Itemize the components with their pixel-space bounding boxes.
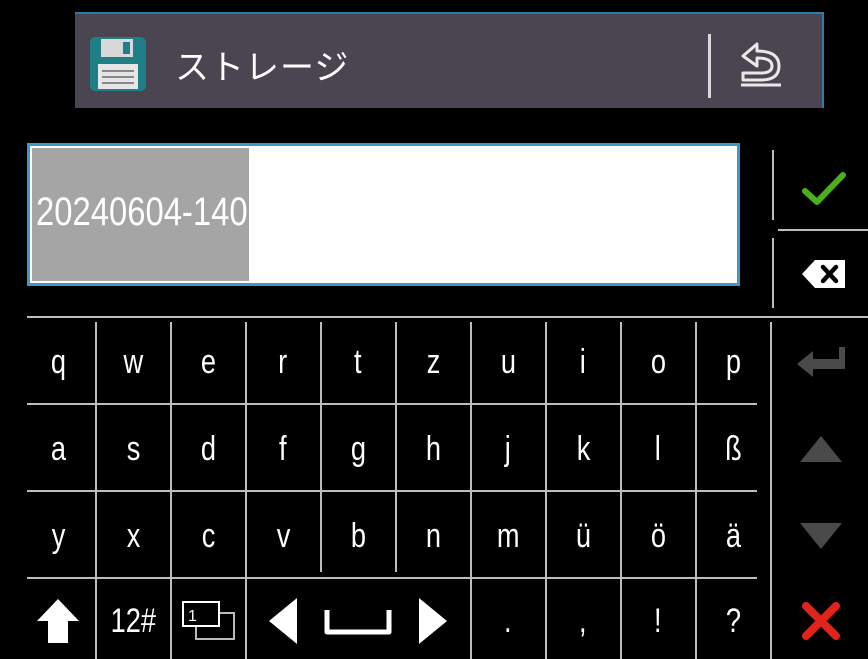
key-o-umlaut[interactable]: ö	[622, 496, 694, 576]
side-divider-3	[772, 238, 774, 308]
key-u-umlaut[interactable]: ü	[547, 496, 619, 576]
key-question[interactable]: ?	[697, 583, 769, 659]
key-o[interactable]: o	[622, 322, 694, 402]
key-j[interactable]: j	[472, 409, 544, 489]
filename-value: 20240604-1409	[36, 190, 266, 234]
key-u[interactable]: u	[472, 322, 544, 402]
key-l[interactable]: l	[622, 409, 694, 489]
backspace-icon	[802, 260, 845, 288]
arrow-left-icon	[269, 598, 297, 644]
key-q[interactable]: q	[22, 322, 94, 402]
key-y[interactable]: y	[22, 496, 94, 576]
filename-input[interactable]: 20240604-1409	[27, 143, 740, 286]
key-e[interactable]: e	[172, 322, 244, 402]
key-r[interactable]: r	[247, 322, 319, 402]
svg-text:1: 1	[188, 608, 197, 625]
layout-switch-key[interactable]: 1	[172, 583, 244, 659]
row-divider-1	[27, 403, 757, 405]
key-a-umlaut[interactable]: ä	[697, 496, 769, 576]
key-eszett[interactable]: ß	[697, 409, 769, 489]
col-divider-10	[770, 322, 772, 659]
cancel-button[interactable]	[776, 583, 866, 659]
key-p[interactable]: p	[697, 322, 769, 402]
symbols-key[interactable]: 12#	[97, 583, 169, 659]
arrow-right-icon	[419, 598, 447, 644]
row-divider-3	[27, 577, 757, 579]
key-a[interactable]: a	[22, 409, 94, 489]
ok-button[interactable]	[786, 156, 862, 222]
cursor-left-key[interactable]	[247, 583, 319, 659]
key-k[interactable]: k	[547, 409, 619, 489]
scroll-down-key[interactable]	[776, 496, 866, 576]
space-key[interactable]	[322, 583, 394, 659]
page-title: ストレージ	[175, 48, 350, 88]
checkmark-icon	[802, 172, 846, 205]
enter-icon	[797, 347, 845, 377]
triangle-down-icon	[800, 523, 842, 549]
key-h[interactable]: h	[397, 409, 469, 489]
key-v[interactable]: v	[247, 496, 319, 576]
key-w[interactable]: w	[97, 322, 169, 402]
key-d[interactable]: d	[172, 409, 244, 489]
key-g[interactable]: g	[322, 409, 394, 489]
key-f[interactable]: f	[247, 409, 319, 489]
keyboard-layout-icon: 1	[182, 601, 235, 640]
backspace-button[interactable]	[786, 244, 862, 304]
floppy-disk-icon	[90, 37, 146, 91]
cancel-x-icon	[802, 602, 840, 640]
shift-key[interactable]	[22, 583, 94, 659]
key-b[interactable]: b	[322, 496, 394, 576]
space-bar-icon	[324, 610, 392, 635]
undo-icon[interactable]	[735, 40, 787, 88]
cursor-right-key[interactable]	[397, 583, 469, 659]
key-i[interactable]: i	[547, 322, 619, 402]
triangle-up-icon	[800, 436, 842, 462]
scroll-up-key[interactable]	[776, 409, 866, 489]
title-divider	[708, 34, 711, 98]
keyboard-top-divider	[27, 316, 868, 318]
key-s[interactable]: s	[97, 409, 169, 489]
key-m[interactable]: m	[472, 496, 544, 576]
side-divider-1	[772, 150, 774, 220]
key-period[interactable]: .	[472, 583, 544, 659]
side-divider-2	[778, 229, 868, 231]
key-x[interactable]: x	[97, 496, 169, 576]
key-comma[interactable]: ,	[547, 583, 619, 659]
title-bar: ストレージ	[75, 12, 824, 108]
row-divider-2	[27, 490, 757, 492]
key-n[interactable]: n	[397, 496, 469, 576]
key-exclamation[interactable]: !	[622, 583, 694, 659]
key-c[interactable]: c	[172, 496, 244, 576]
enter-key[interactable]	[776, 322, 866, 402]
shift-arrow-icon	[37, 599, 79, 643]
key-z[interactable]: z	[397, 322, 469, 402]
key-t[interactable]: t	[322, 322, 394, 402]
